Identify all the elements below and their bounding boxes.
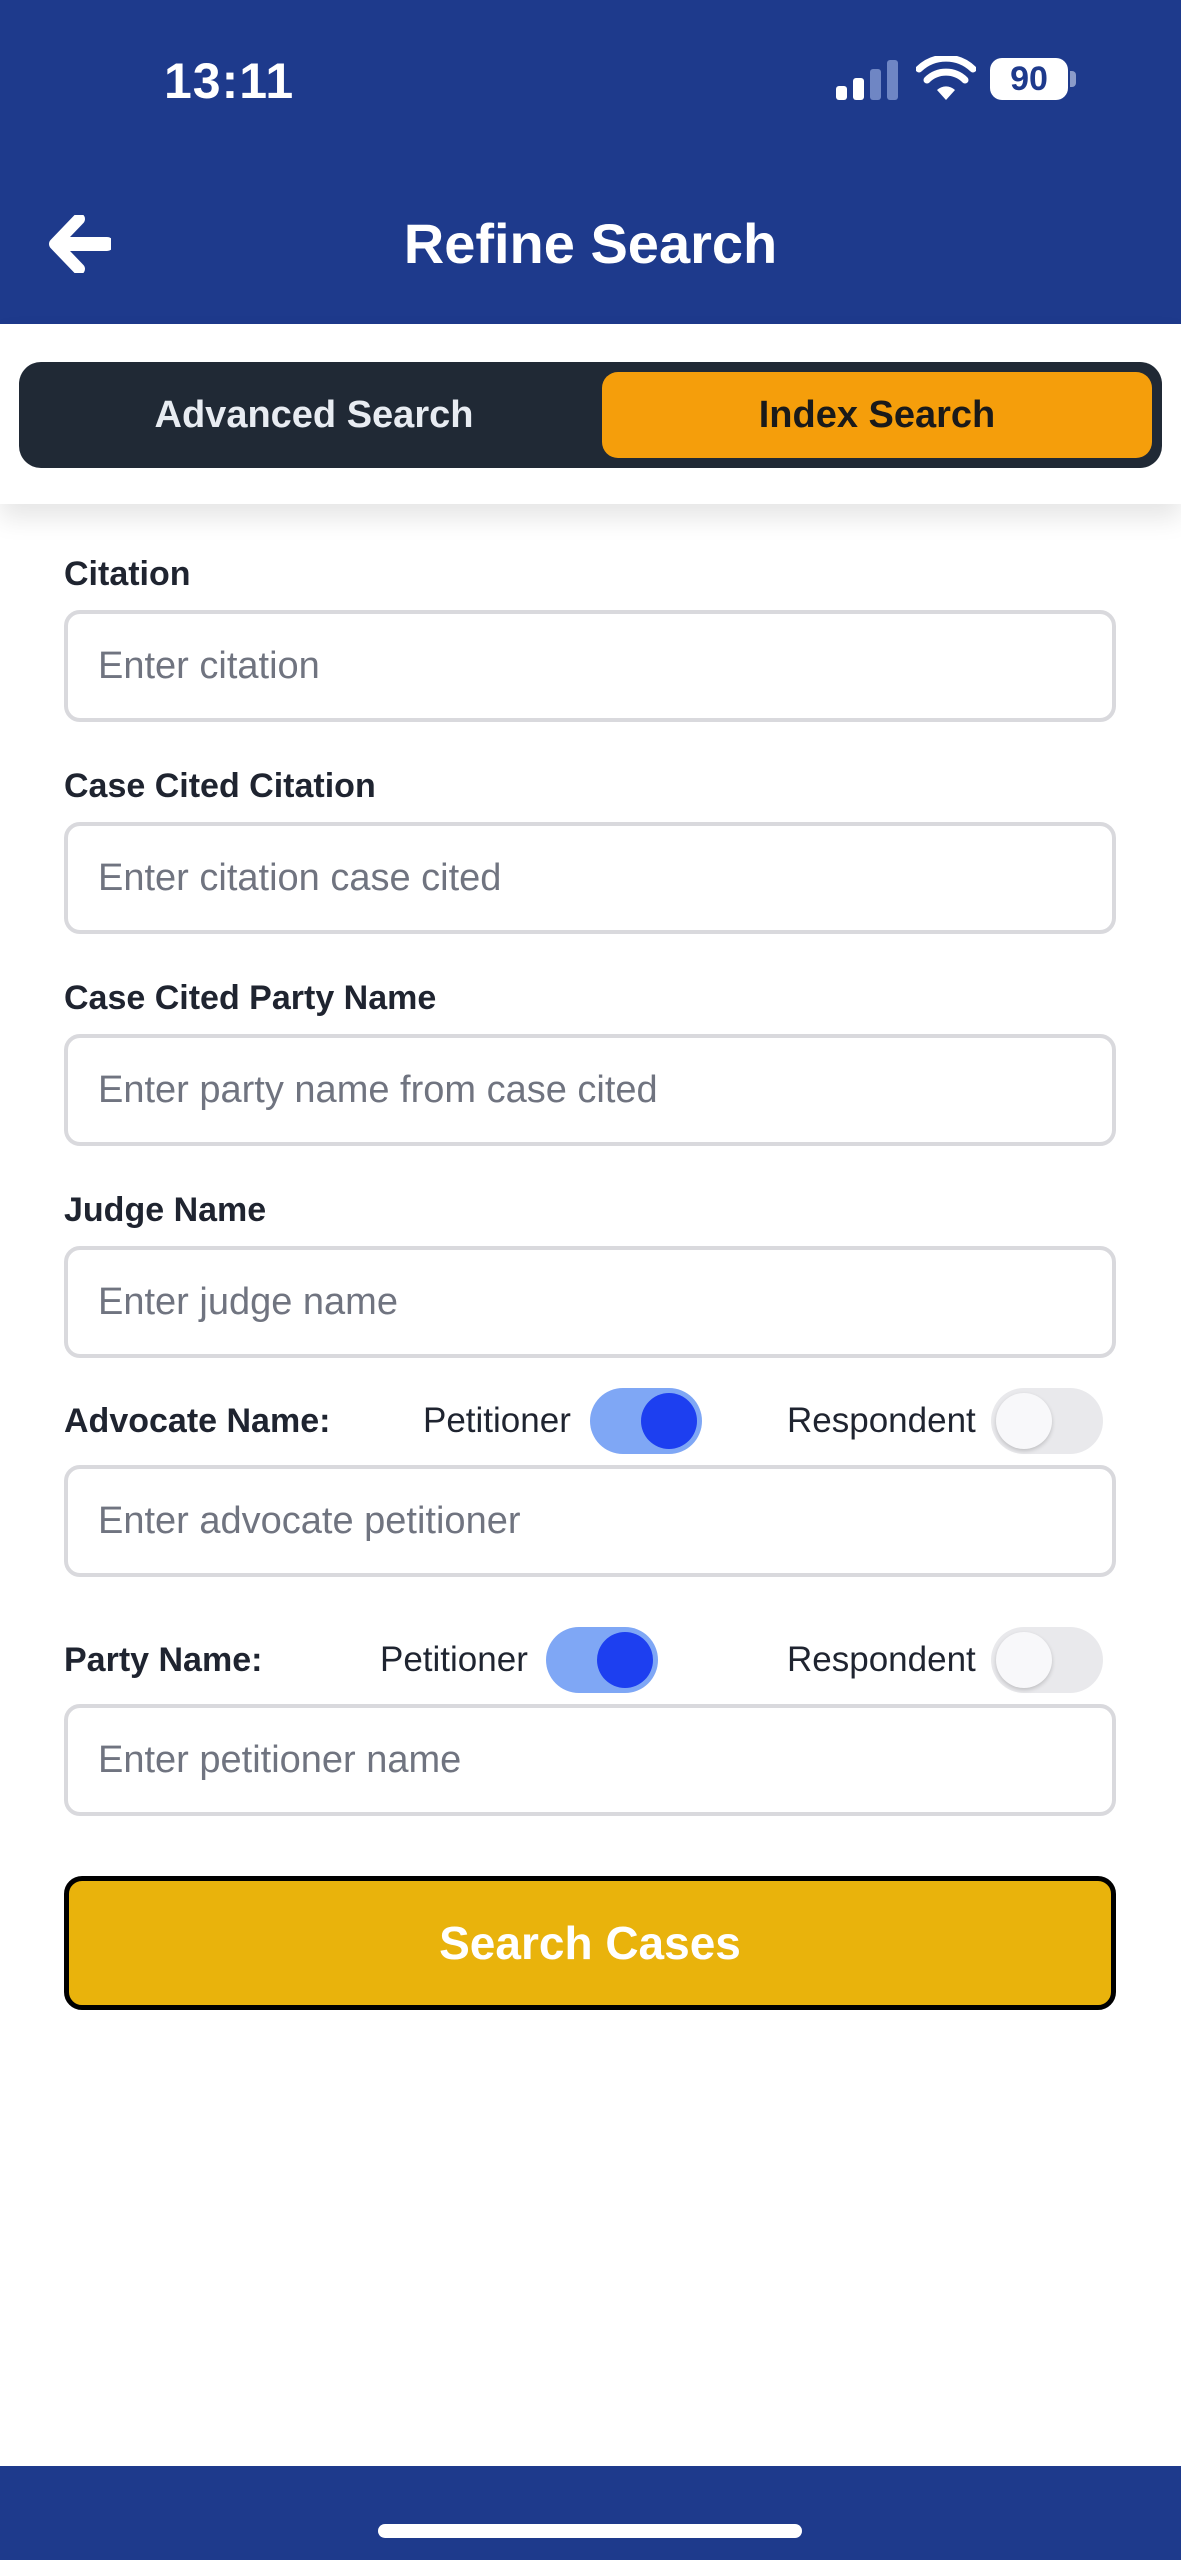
wifi-icon (916, 56, 976, 100)
citation-label: Citation (64, 555, 191, 593)
tab-index-search[interactable]: Index Search (602, 372, 1152, 458)
tab-bar-container: Advanced Search Index Search (0, 324, 1181, 504)
advocate-name-label: Advocate Name: (64, 1402, 331, 1440)
advocate-name-input[interactable] (64, 1465, 1116, 1577)
app-header: 13:11 90 Refine Search (0, 0, 1181, 324)
toggle-knob (996, 1393, 1052, 1449)
case-cited-citation-label: Case Cited Citation (64, 767, 376, 805)
advocate-respondent-toggle[interactable] (991, 1388, 1103, 1454)
party-respondent-toggle[interactable] (991, 1627, 1103, 1693)
tab-advanced-search[interactable]: Advanced Search (29, 372, 599, 458)
search-cases-button[interactable]: Search Cases (64, 1876, 1116, 2010)
toggle-knob (597, 1632, 653, 1688)
battery-icon: 90 (990, 58, 1076, 100)
status-time: 13:11 (164, 53, 295, 109)
home-indicator[interactable] (378, 2524, 802, 2538)
case-cited-party-name-label: Case Cited Party Name (64, 979, 437, 1017)
advocate-petitioner-toggle[interactable] (590, 1388, 702, 1454)
citation-input[interactable] (64, 610, 1116, 722)
party-respondent-label: Respondent (787, 1640, 976, 1679)
battery-level: 90 (990, 58, 1068, 100)
judge-name-input[interactable] (64, 1246, 1116, 1358)
party-petitioner-label: Petitioner (380, 1640, 528, 1679)
advocate-respondent-label: Respondent (787, 1401, 976, 1440)
toggle-knob (996, 1632, 1052, 1688)
page-title: Refine Search (403, 212, 778, 275)
case-cited-party-name-input[interactable] (64, 1034, 1116, 1146)
party-name-input[interactable] (64, 1704, 1116, 1816)
battery-cap (1070, 71, 1076, 87)
case-cited-citation-input[interactable] (64, 822, 1116, 934)
bottom-bar (0, 2466, 1181, 2560)
party-petitioner-toggle[interactable] (546, 1627, 658, 1693)
search-mode-tabs: Advanced Search Index Search (19, 362, 1162, 468)
advocate-petitioner-label: Petitioner (423, 1401, 571, 1440)
party-name-label: Party Name: (64, 1641, 263, 1679)
toggle-knob (641, 1393, 697, 1449)
judge-name-label: Judge Name (64, 1191, 267, 1229)
cellular-signal-icon (836, 60, 898, 100)
